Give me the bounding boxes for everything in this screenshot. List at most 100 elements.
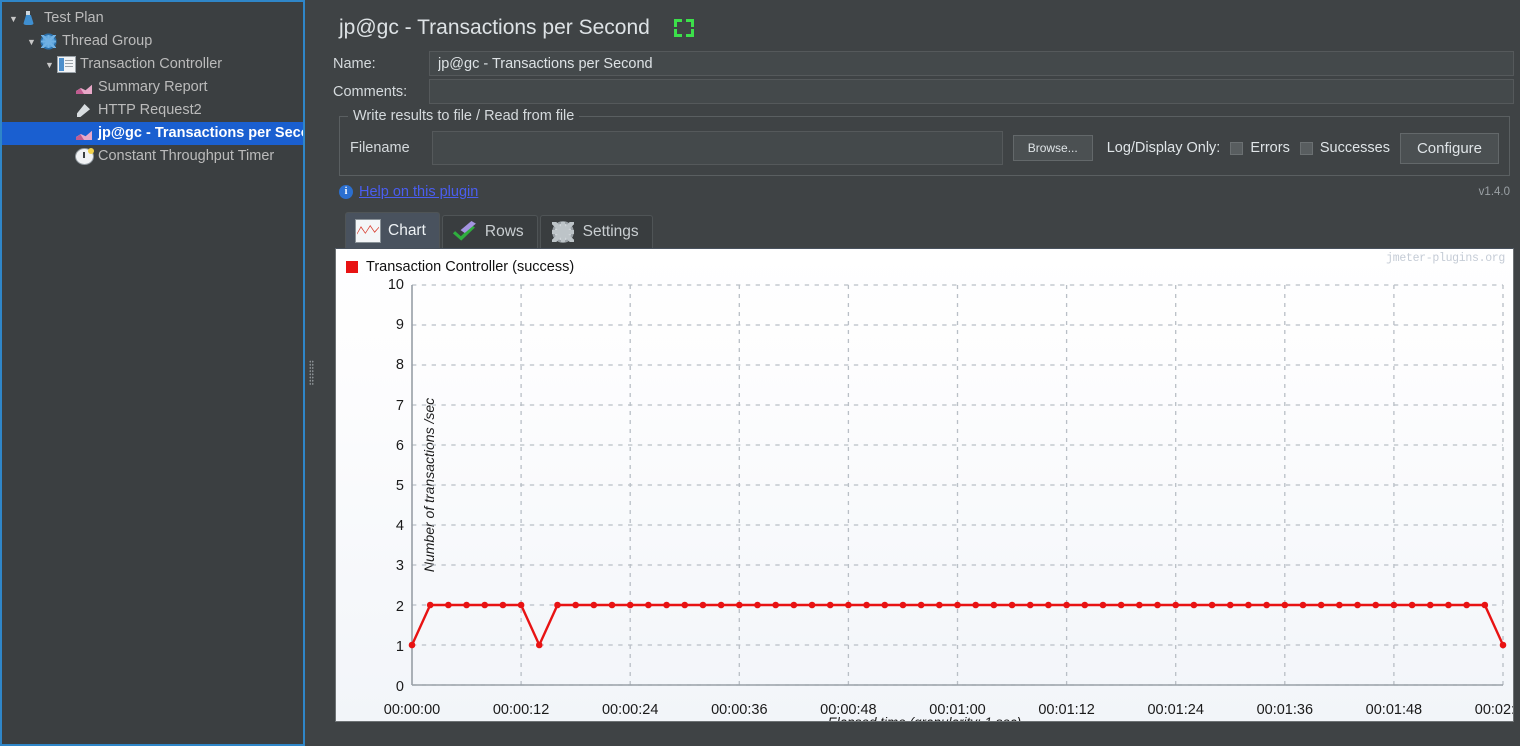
series-point bbox=[626, 601, 634, 609]
series-point bbox=[1408, 601, 1416, 609]
configure-button[interactable]: Configure bbox=[1399, 132, 1499, 164]
successes-checkbox-row[interactable]: Successes bbox=[1299, 140, 1390, 156]
series-point bbox=[1154, 601, 1161, 609]
y-axis-tick-label: 6 bbox=[395, 437, 404, 454]
controller-icon bbox=[57, 56, 76, 73]
series-point bbox=[790, 601, 798, 609]
series-point bbox=[445, 601, 452, 609]
series-point bbox=[681, 601, 689, 609]
series-point bbox=[572, 601, 579, 609]
series-point bbox=[426, 601, 434, 609]
tree-item-label: Summary Report bbox=[98, 79, 208, 95]
y-axis-tick-label: 0 bbox=[395, 679, 404, 695]
name-label: Name: bbox=[333, 55, 376, 72]
tree-item-http-request2[interactable]: ▼HTTP Request2 bbox=[2, 99, 303, 122]
tree-item-thread-group[interactable]: ▼ Thread Group bbox=[2, 30, 303, 53]
series-point bbox=[1117, 601, 1125, 609]
series-point bbox=[899, 601, 907, 609]
series-point bbox=[1063, 601, 1070, 609]
jmeter-window: ▼ Test Plan ▼ Thread Group ▼ Transaction Cont… bbox=[0, 0, 1520, 746]
help-row: i Help on this plugin v1.4.0 bbox=[339, 184, 1514, 200]
series-point bbox=[1372, 601, 1380, 609]
tree-item-label: jp@gc - Transactions per Second bbox=[98, 125, 328, 141]
plugin-version-label: v1.4.0 bbox=[1478, 186, 1510, 198]
comments-input[interactable] bbox=[429, 79, 1514, 104]
filename-row: Filename Browse... Log/Display Only: Err… bbox=[350, 131, 1499, 165]
series-point bbox=[1281, 601, 1289, 609]
series-point bbox=[972, 601, 979, 609]
series-point bbox=[1172, 601, 1179, 609]
series-point bbox=[517, 601, 525, 609]
tree-twisty-icon[interactable]: ▼ bbox=[42, 60, 57, 70]
tree-item-jp-gc-transactions-per-second[interactable]: ▼jp@gc - Transactions per Second bbox=[2, 122, 327, 145]
series-point bbox=[535, 641, 543, 649]
tree-item-label: Thread Group bbox=[62, 33, 153, 49]
chart-plot-area bbox=[408, 284, 1507, 686]
errors-label: Errors bbox=[1250, 140, 1290, 156]
tree-twisty-icon[interactable]: ▼ bbox=[24, 37, 39, 47]
name-row: Name: bbox=[333, 51, 1514, 76]
chart-icon bbox=[75, 125, 94, 142]
series-point bbox=[990, 601, 998, 609]
series-point bbox=[1481, 601, 1489, 609]
tree-item-summary-report[interactable]: ▼Summary Report bbox=[2, 76, 303, 99]
tab-chart[interactable]: Chart bbox=[345, 212, 440, 248]
x-axis-tick-label: 00:01:12 bbox=[1038, 702, 1095, 718]
tree-twisty-icon[interactable]: ▼ bbox=[6, 14, 21, 24]
y-axis-tick-label: 4 bbox=[395, 518, 404, 535]
tree-item-transaction-controller[interactable]: ▼ Transaction Controller bbox=[2, 53, 303, 76]
expand-icon[interactable] bbox=[673, 19, 694, 37]
y-axis-tick-label: 9 bbox=[395, 317, 404, 334]
series-point bbox=[1045, 601, 1052, 609]
tree-list[interactable]: ▼ Test Plan ▼ Thread Group ▼ Transaction Cont… bbox=[2, 7, 327, 168]
tab-label: Rows bbox=[484, 223, 524, 240]
tab-bar[interactable]: Chart Rows Settings bbox=[345, 212, 1514, 248]
series-point bbox=[699, 601, 707, 609]
y-axis-tick-label: 8 bbox=[395, 357, 404, 374]
comments-label: Comments: bbox=[333, 83, 408, 100]
x-axis-tick-label: 00:02:00 bbox=[1474, 702, 1514, 718]
x-axis-title: Elapsed time (granularity: 1 sec) bbox=[828, 715, 1022, 721]
name-input[interactable] bbox=[429, 51, 1514, 76]
series-point bbox=[1354, 601, 1361, 609]
tree-item-label: Constant Throughput Timer bbox=[98, 148, 275, 164]
errors-checkbox[interactable] bbox=[1230, 141, 1244, 155]
x-axis-tick-label: 00:01:36 bbox=[1256, 702, 1314, 718]
series-point bbox=[808, 601, 816, 609]
element-editor-pane: jp@gc - Transactions per Second Name: Co… bbox=[317, 0, 1520, 746]
x-axis-tick-label: 00:00:36 bbox=[711, 702, 768, 718]
series-point bbox=[1463, 601, 1470, 609]
series-point bbox=[645, 601, 652, 609]
chart-panel[interactable]: Transaction Controller (success) jmeter-… bbox=[335, 248, 1514, 722]
tree-item-test-plan[interactable]: ▼ Test Plan bbox=[2, 7, 303, 30]
help-on-this-plugin-link[interactable]: Help on this plugin bbox=[359, 184, 478, 200]
series-point bbox=[463, 601, 470, 609]
test-plan-tree[interactable]: ▼ Test Plan ▼ Thread Group ▼ Transaction Cont… bbox=[0, 0, 327, 746]
series-point bbox=[936, 601, 943, 609]
chart-icon bbox=[75, 79, 94, 96]
tree-item-label: Test Plan bbox=[44, 10, 104, 26]
chart-svg bbox=[408, 284, 1507, 686]
y-axis-tick-label: 1 bbox=[395, 638, 404, 655]
series-point bbox=[736, 601, 743, 609]
tab-settings[interactable]: Settings bbox=[539, 215, 653, 248]
tree-item-constant-throughput-timer[interactable]: ▼Constant Throughput Timer bbox=[2, 145, 303, 168]
tab-rows[interactable]: Rows bbox=[441, 215, 538, 248]
successes-checkbox[interactable] bbox=[1299, 141, 1313, 155]
browse-button[interactable]: Browse... bbox=[1012, 135, 1093, 161]
errors-checkbox-row[interactable]: Errors bbox=[1230, 140, 1290, 156]
series-point bbox=[1245, 601, 1252, 609]
y-axis-ticks: 0 1 2 3 4 5 6 7 8 9 10 bbox=[370, 249, 404, 721]
x-axis-tick-label: 00:01:48 bbox=[1365, 702, 1423, 718]
comments-row: Comments: bbox=[333, 79, 1514, 104]
y-axis-tick-label: 3 bbox=[395, 558, 404, 575]
page-title-row: jp@gc - Transactions per Second bbox=[333, 0, 1514, 48]
pane-splitter[interactable] bbox=[303, 0, 317, 746]
series-point bbox=[1081, 601, 1089, 609]
splitter-grip[interactable] bbox=[309, 360, 314, 386]
series-point bbox=[408, 641, 416, 649]
series-point bbox=[917, 601, 925, 609]
filename-input[interactable] bbox=[432, 131, 1003, 165]
series-point bbox=[863, 601, 870, 609]
series-point bbox=[554, 601, 561, 609]
